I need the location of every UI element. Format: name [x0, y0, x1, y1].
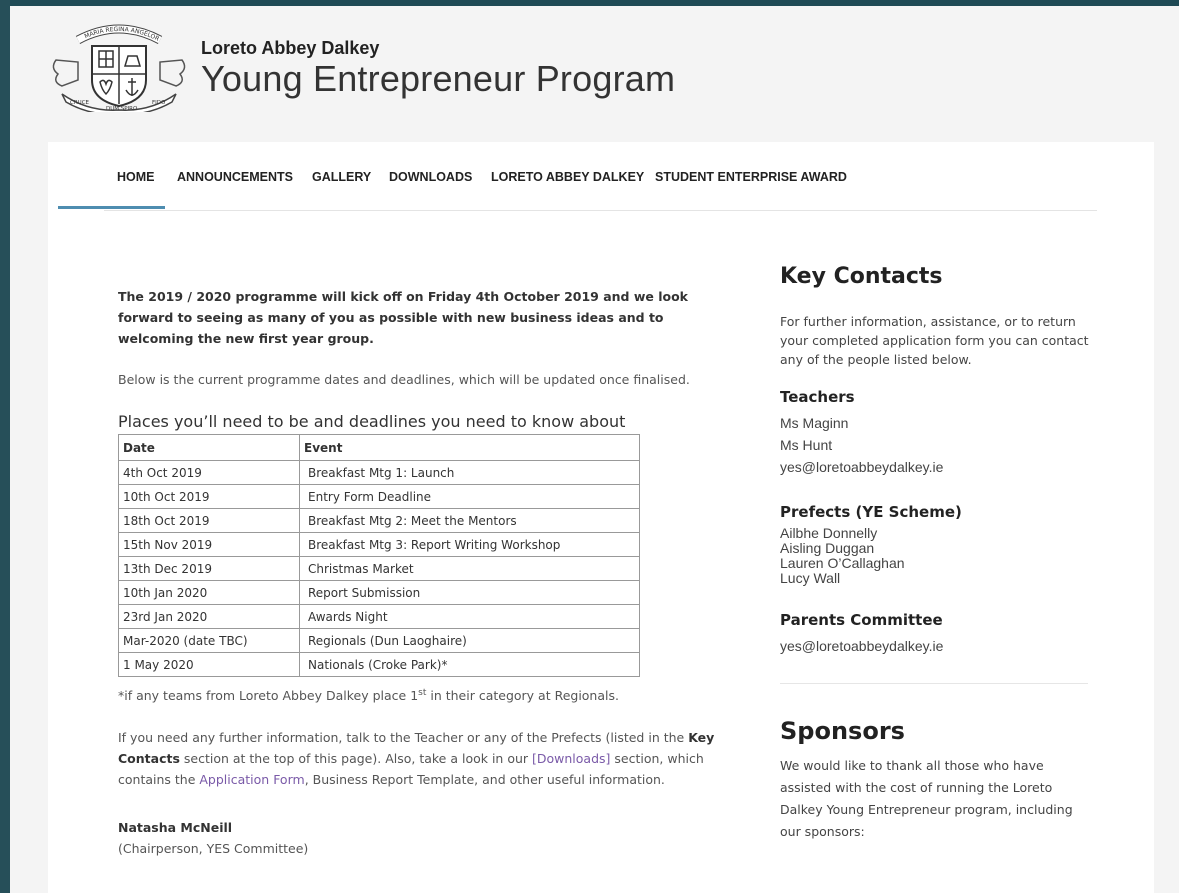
table-cell-event: Report Submission	[299, 580, 640, 605]
table-row: 13th Dec 2019 Christmas Market	[118, 556, 640, 581]
teachers-heading: Teachers	[780, 388, 855, 406]
schedule-table: Date Event 4th Oct 2019 Breakfast Mtg 1: …	[118, 434, 640, 677]
para-text-1: If you need any further information, tal…	[118, 730, 689, 745]
further-info-paragraph: If you need any further information, tal…	[118, 727, 728, 790]
main-navigation: HOME ANNOUNCEMENTS GALLERY DOWNLOADS LOR…	[104, 142, 1097, 211]
parents-email[interactable]: yes@loretoabbeydalkey.ie	[780, 638, 943, 654]
table-cell-date: 10th Jan 2020	[118, 580, 300, 605]
table-row: Mar-2020 (date TBC) Regionals (Dun Laogha…	[118, 628, 640, 653]
teacher-name: Ms Maginn	[780, 415, 849, 431]
table-cell-date: 15th Nov 2019	[118, 532, 300, 557]
site-header: MARIA REGINA ANGELORUM CRUCE DUM SPIRO F…	[10, 6, 1179, 136]
school-name[interactable]: Loreto Abbey Dalkey	[201, 38, 379, 59]
crest-motto-top: MARIA REGINA ANGELORUM	[48, 20, 160, 43]
crest-motto-right: FIDO	[152, 100, 166, 106]
key-contacts-heading: Key Contacts	[780, 264, 943, 289]
nav-loreto-abbey-dalkey[interactable]: LORETO ABBEY DALKEY	[491, 170, 644, 184]
table-cell-date: 4th Oct 2019	[118, 460, 300, 485]
nav-student-enterprise-award[interactable]: STUDENT ENTERPRISE AWARD	[655, 170, 847, 184]
para-text-4: , Business Report Template, and other us…	[304, 772, 665, 787]
crest-motto-left: CRUCE	[70, 100, 90, 106]
column-header-event: Event	[299, 434, 640, 461]
column-header-date: Date	[118, 434, 300, 461]
left-border	[0, 0, 10, 893]
table-row: 4th Oct 2019 Breakfast Mtg 1: Launch	[118, 460, 640, 485]
parents-committee-heading: Parents Committee	[780, 611, 943, 629]
table-cell-date: 23rd Jan 2020	[118, 604, 300, 629]
school-crest-logo[interactable]: MARIA REGINA ANGELORUM CRUCE DUM SPIRO F…	[48, 20, 190, 112]
table-cell-date: Mar-2020 (date TBC)	[118, 628, 300, 653]
table-cell-date: 18th Oct 2019	[118, 508, 300, 533]
table-cell-event: Entry Form Deadline	[299, 484, 640, 509]
sponsors-description: We would like to thank all those who hav…	[780, 758, 1073, 839]
table-row: 1 May 2020 Nationals (Croke Park)*	[118, 652, 640, 677]
table-row: 10th Oct 2019 Entry Form Deadline	[118, 484, 640, 509]
table-header-row: Date Event	[118, 434, 640, 461]
prefects-list: Ailbhe Donnelly Aisling Duggan Lauren O’…	[780, 526, 905, 586]
sponsors-heading: Sponsors	[780, 717, 905, 745]
nav-announcements[interactable]: ANNOUNCEMENTS	[177, 170, 293, 184]
programme-dates-note: Below is the current programme dates and…	[118, 372, 690, 387]
table-cell-event: Regionals (Dun Laoghaire)	[299, 628, 640, 653]
prefect-name: Ailbhe Donnelly	[780, 525, 878, 541]
crest-motto-center: DUM SPIRO	[106, 106, 138, 112]
prefects-heading: Prefects (YE Scheme)	[780, 503, 962, 521]
active-nav-indicator	[58, 206, 165, 209]
svg-text:MARIA REGINA ANGELORUM: MARIA REGINA ANGELORUM	[48, 20, 160, 43]
schedule-heading: Places you’ll need to be and deadlines y…	[118, 412, 626, 431]
key-contacts-description: For further information, assistance, or …	[780, 314, 1089, 367]
programme-intro: The 2019 / 2020 programme will kick off …	[118, 289, 688, 346]
application-form-link[interactable]: Application Form	[199, 772, 304, 787]
program-title[interactable]: Young Entrepreneur Program	[201, 58, 675, 100]
table-row: 15th Nov 2019 Breakfast Mtg 3: Report Wri…	[118, 532, 640, 557]
signature-role: (Chairperson, YES Committee)	[118, 841, 309, 856]
footnote-text-end: in their category at Regionals.	[426, 688, 619, 704]
downloads-link[interactable]: [Downloads]	[532, 751, 610, 766]
table-row: 10th Jan 2020 Report Submission	[118, 580, 640, 605]
para-text-2: section at the top of this page). Also, …	[179, 751, 533, 766]
table-cell-event: Awards Night	[299, 604, 640, 629]
nav-home[interactable]: HOME	[117, 170, 155, 184]
prefect-name: Lucy Wall	[780, 570, 841, 586]
prefect-name: Lauren O’Callaghan	[780, 555, 905, 571]
table-cell-date: 1 May 2020	[118, 652, 300, 677]
table-row: 18th Oct 2019 Breakfast Mtg 2: Meet the M…	[118, 508, 640, 533]
nav-downloads[interactable]: DOWNLOADS	[389, 170, 472, 184]
regionals-footnote: *if any teams from Loreto Abbey Dalkey p…	[118, 688, 619, 703]
content-card: HOME ANNOUNCEMENTS GALLERY DOWNLOADS LOR…	[48, 142, 1154, 893]
signature-name: Natasha McNeill	[118, 820, 233, 835]
table-cell-event: Nationals (Croke Park)*	[299, 652, 640, 677]
table-cell-event: Christmas Market	[299, 556, 640, 581]
table-cell-date: 13th Dec 2019	[118, 556, 300, 581]
table-cell-date: 10th Oct 2019	[118, 484, 300, 509]
table-cell-event: Breakfast Mtg 1: Launch	[299, 460, 640, 485]
sidebar-divider	[780, 683, 1088, 684]
prefect-name: Aisling Duggan	[780, 540, 875, 556]
teachers-email[interactable]: yes@loretoabbeydalkey.ie	[780, 459, 943, 475]
footnote-text-start: *if any teams from Loreto Abbey Dalkey p…	[118, 688, 419, 704]
table-cell-event: Breakfast Mtg 3: Report Writing Workshop	[299, 532, 640, 557]
nav-gallery[interactable]: GALLERY	[312, 170, 371, 184]
table-cell-event: Breakfast Mtg 2: Meet the Mentors	[299, 508, 640, 533]
teacher-name: Ms Hunt	[780, 437, 833, 453]
table-row: 23rd Jan 2020 Awards Night	[118, 604, 640, 629]
